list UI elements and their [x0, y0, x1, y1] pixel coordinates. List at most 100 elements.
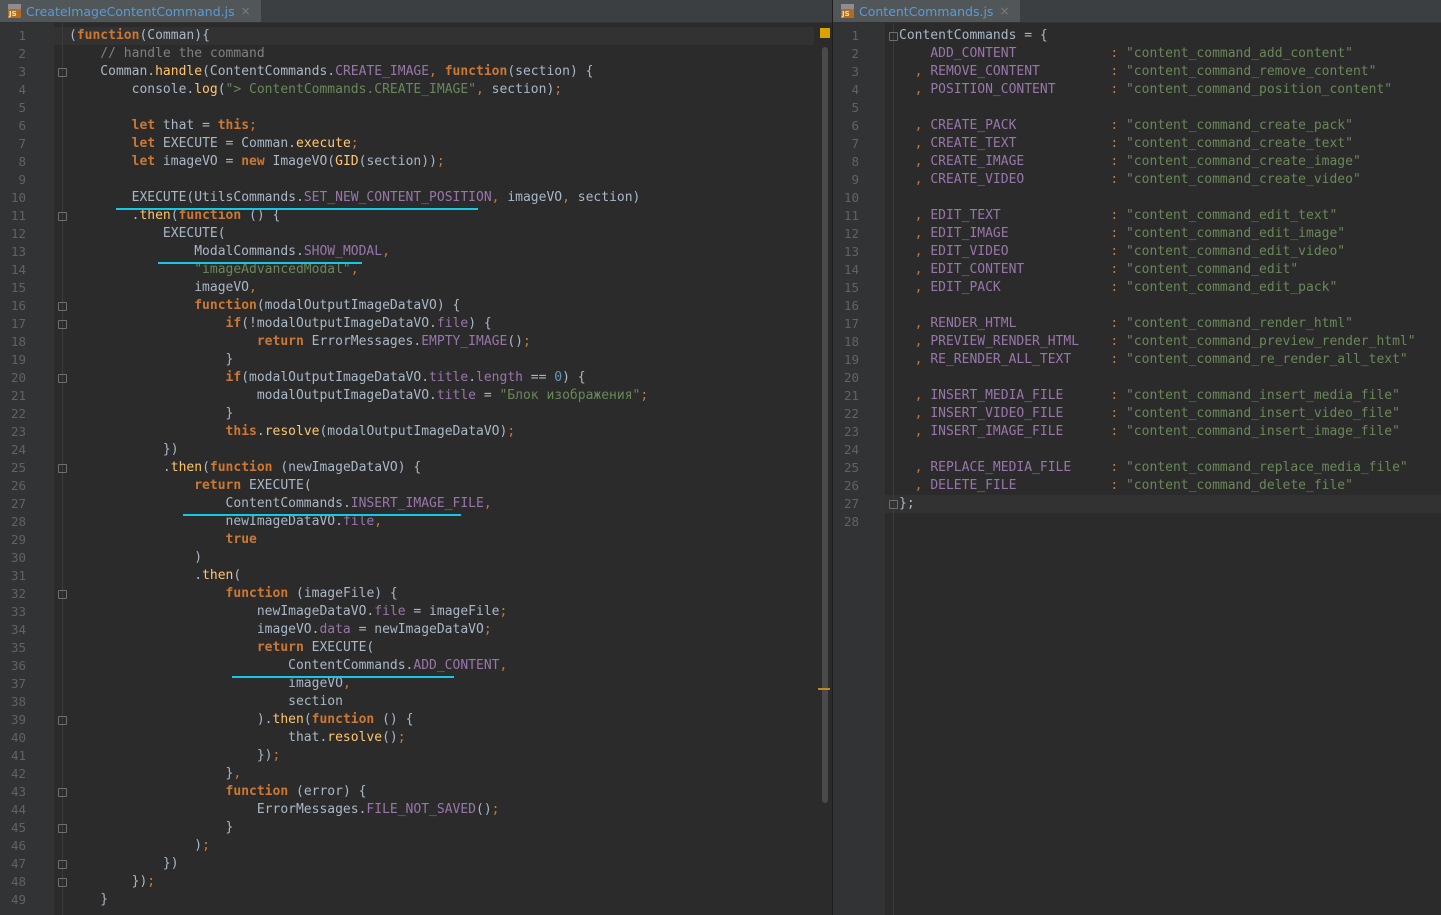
close-icon[interactable]: ×	[999, 4, 1009, 18]
code-line[interactable]: 23 , INSERT_IMAGE_FILE : "content_comman…	[833, 423, 1441, 441]
left-editor-pane[interactable]: JS CreateImageContentCommand.js × 1 (func…	[0, 0, 832, 915]
code-line[interactable]: 30 )	[0, 549, 832, 567]
code-line[interactable]: 42 },	[0, 765, 832, 783]
fold-toggle-icon[interactable]	[58, 374, 67, 383]
code-line[interactable]: 1 (function(Comman){	[0, 27, 832, 45]
code-line[interactable]: 26 , DELETE_FILE : "content_command_dele…	[833, 477, 1441, 495]
code-line[interactable]: 36 ContentCommands.ADD_CONTENT,	[0, 657, 832, 675]
code-editor[interactable]: 1 ContentCommands = {2 ADD_CONTENT : "con…	[833, 23, 1441, 915]
code-line[interactable]: 21 modalOutputImageDataVO.title = "Блок …	[0, 387, 832, 405]
close-icon[interactable]: ×	[241, 4, 251, 18]
code-line[interactable]: 6 let that = this;	[0, 117, 832, 135]
warning-marker[interactable]	[818, 688, 830, 690]
code-line[interactable]: 35 return EXECUTE(	[0, 639, 832, 657]
code-line[interactable]: 15 , EDIT_PACK : "content_command_edit_p…	[833, 279, 1441, 297]
code-line[interactable]: 28	[833, 513, 1441, 531]
code-line[interactable]: 23 this.resolve(modalOutputImageDataVO);	[0, 423, 832, 441]
code-line[interactable]: 31 .then(	[0, 567, 832, 585]
code-line[interactable]: 16 function(modalOutputImageDataVO) {	[0, 297, 832, 315]
code-line[interactable]: 12 , EDIT_IMAGE : "content_command_edit_…	[833, 225, 1441, 243]
tab-content-commands[interactable]: JS ContentCommands.js ×	[833, 0, 1020, 22]
code-editor[interactable]: 1 (function(Comman){2 // handle the comma…	[0, 23, 832, 915]
code-line[interactable]: 20 if(modalOutputImageDataVO.title.lengt…	[0, 369, 832, 387]
code-line[interactable]: 10	[833, 189, 1441, 207]
code-line[interactable]: 32 function (imageFile) {	[0, 585, 832, 603]
code-line[interactable]: 45 }	[0, 819, 832, 837]
warning-indicator-icon[interactable]	[820, 28, 830, 38]
code-line[interactable]: 34 imageVO.data = newImageDataVO;	[0, 621, 832, 639]
code-line[interactable]: 12 EXECUTE(	[0, 225, 832, 243]
code-line[interactable]: 17 if(!modalOutputImageDataVO.file) {	[0, 315, 832, 333]
code-line[interactable]: 49 }	[0, 891, 832, 909]
code-line[interactable]: 43 function (error) {	[0, 783, 832, 801]
code-line[interactable]: 6 , CREATE_PACK : "content_command_creat…	[833, 117, 1441, 135]
code-line[interactable]: 24	[833, 441, 1441, 459]
code-line[interactable]: 41 });	[0, 747, 832, 765]
code-line[interactable]: 9 , CREATE_VIDEO : "content_command_crea…	[833, 171, 1441, 189]
code-line[interactable]: 27 ContentCommands.INSERT_IMAGE_FILE,	[0, 495, 832, 513]
code-line[interactable]: 14 "imageAdvancedModal",	[0, 261, 832, 279]
code-line[interactable]: 16	[833, 297, 1441, 315]
code-line[interactable]: 21 , INSERT_MEDIA_FILE : "content_comman…	[833, 387, 1441, 405]
code-line[interactable]: 47 })	[0, 855, 832, 873]
code-line[interactable]: 18 , PREVIEW_RENDER_HTML : "content_comm…	[833, 333, 1441, 351]
code-line[interactable]: 2 // handle the command	[0, 45, 832, 63]
code-line[interactable]: 7 , CREATE_TEXT : "content_command_creat…	[833, 135, 1441, 153]
code-line[interactable]: 44 ErrorMessages.FILE_NOT_SAVED();	[0, 801, 832, 819]
code-line[interactable]: 38 section	[0, 693, 832, 711]
code-line[interactable]: 20	[833, 369, 1441, 387]
fold-toggle-icon[interactable]	[58, 878, 67, 887]
code-line[interactable]: 9	[0, 171, 832, 189]
code-line[interactable]: 5	[833, 99, 1441, 117]
code-line[interactable]: 15 imageVO,	[0, 279, 832, 297]
code-line[interactable]: 10 EXECUTE(UtilsCommands.SET_NEW_CONTENT…	[0, 189, 832, 207]
fold-toggle-icon[interactable]	[58, 788, 67, 797]
code-line[interactable]: 27};	[833, 495, 1441, 513]
code-line[interactable]: 22 }	[0, 405, 832, 423]
code-line[interactable]: 22 , INSERT_VIDEO_FILE : "content_comman…	[833, 405, 1441, 423]
code-line[interactable]: 19 , RE_RENDER_ALL_TEXT : "content_comma…	[833, 351, 1441, 369]
code-line[interactable]: 13 , EDIT_VIDEO : "content_command_edit_…	[833, 243, 1441, 261]
code-line[interactable]: 8 , CREATE_IMAGE : "content_command_crea…	[833, 153, 1441, 171]
code-line[interactable]: 1 ContentCommands = {	[833, 27, 1441, 45]
code-line[interactable]: 5	[0, 99, 832, 117]
code-line[interactable]: 13 ModalCommands.SHOW_MODAL,	[0, 243, 832, 261]
fold-toggle-icon[interactable]	[58, 716, 67, 725]
fold-toggle-icon[interactable]	[889, 32, 898, 41]
fold-toggle-icon[interactable]	[58, 590, 67, 599]
fold-toggle-icon[interactable]	[58, 860, 67, 869]
code-line[interactable]: 4 console.log("> ContentCommands.CREATE_…	[0, 81, 832, 99]
code-line[interactable]: 4 , POSITION_CONTENT : "content_command_…	[833, 81, 1441, 99]
code-line[interactable]: 46 );	[0, 837, 832, 855]
code-line[interactable]: 40 that.resolve();	[0, 729, 832, 747]
code-line[interactable]: 3 , REMOVE_CONTENT : "content_command_re…	[833, 63, 1441, 81]
code-line[interactable]: 25 , REPLACE_MEDIA_FILE : "content_comma…	[833, 459, 1441, 477]
code-line[interactable]: 18 return ErrorMessages.EMPTY_IMAGE();	[0, 333, 832, 351]
fold-toggle-icon[interactable]	[58, 320, 67, 329]
fold-toggle-icon[interactable]	[889, 500, 898, 509]
code-line[interactable]: 48 });	[0, 873, 832, 891]
fold-toggle-icon[interactable]	[58, 212, 67, 221]
code-line[interactable]: 39 ).then(function () {	[0, 711, 832, 729]
code-line[interactable]: 26 return EXECUTE(	[0, 477, 832, 495]
code-line[interactable]: 29 true	[0, 531, 832, 549]
code-line[interactable]: 11 , EDIT_TEXT : "content_command_edit_t…	[833, 207, 1441, 225]
line-number: 7	[851, 136, 859, 151]
code-line[interactable]: 8 let imageVO = new ImageVO(GID(section)…	[0, 153, 832, 171]
code-line[interactable]: 3 Comman.handle(ContentCommands.CREATE_I…	[0, 63, 832, 81]
right-editor-pane[interactable]: JS ContentCommands.js × 1 ContentCommands…	[833, 0, 1441, 915]
code-line[interactable]: 2 ADD_CONTENT : "content_command_add_con…	[833, 45, 1441, 63]
code-line[interactable]: 19 }	[0, 351, 832, 369]
fold-toggle-icon[interactable]	[58, 464, 67, 473]
tab-create-image-content-command[interactable]: JS CreateImageContentCommand.js ×	[0, 0, 261, 22]
fold-toggle-icon[interactable]	[58, 302, 67, 311]
fold-toggle-icon[interactable]	[58, 68, 67, 77]
code-line[interactable]: 14 , EDIT_CONTENT : "content_command_edi…	[833, 261, 1441, 279]
code-line[interactable]: 24 })	[0, 441, 832, 459]
fold-toggle-icon[interactable]	[58, 824, 67, 833]
vertical-scrollbar[interactable]	[818, 23, 832, 915]
code-line[interactable]: 33 newImageDataVO.file = imageFile;	[0, 603, 832, 621]
code-line[interactable]: 25 .then(function (newImageDataVO) {	[0, 459, 832, 477]
code-line[interactable]: 17 , RENDER_HTML : "content_command_rend…	[833, 315, 1441, 333]
code-line[interactable]: 7 let EXECUTE = Comman.execute;	[0, 135, 832, 153]
